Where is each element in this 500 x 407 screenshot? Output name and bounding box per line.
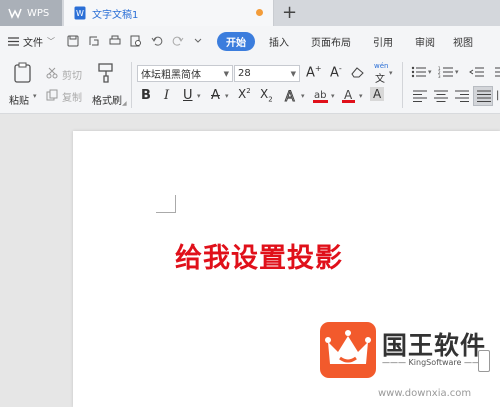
app-tab-label: WPS — [27, 7, 50, 19]
new-tab-button[interactable]: + — [282, 2, 297, 23]
chevron-down-icon[interactable]: ▾ — [301, 92, 305, 100]
file-menu[interactable]: 文件 ﹀ — [8, 34, 55, 49]
scissors-icon[interactable] — [46, 67, 58, 79]
chevron-down-icon[interactable]: ▾ — [428, 68, 432, 76]
undo-icon[interactable] — [151, 35, 163, 47]
tab-insert[interactable]: 插入 — [269, 34, 289, 49]
crown-logo-icon — [320, 322, 376, 378]
quick-access-toolbar — [67, 35, 203, 47]
paste-icon[interactable] — [12, 62, 34, 84]
font-size-select[interactable]: 28 ▼ — [234, 65, 300, 82]
cut-button[interactable]: 剪切 — [62, 67, 82, 82]
redo-icon[interactable] — [172, 35, 184, 47]
chevron-down-icon: ▼ — [223, 70, 229, 78]
justify-icon — [477, 90, 491, 102]
paste-dropdown-icon[interactable]: ▾ — [33, 92, 37, 100]
chevron-down-icon: ▼ — [290, 70, 296, 78]
svg-text:3: 3 — [438, 74, 441, 78]
ribbon-home: 粘贴 ▾ 剪切 复制 格式刷 ◢ 体坛粗黑简体 ▼ 28 ▼ A+ A- wén… — [0, 56, 500, 114]
chevron-down-icon[interactable]: ▾ — [197, 92, 201, 100]
title-bar: WPS W 文字文稿1 + — [0, 0, 500, 26]
document-tab-label: 文字文稿1 — [92, 9, 139, 21]
chevron-down-icon: ﹀ — [47, 36, 55, 46]
wps-logo-icon — [8, 8, 22, 19]
file-menu-label: 文件 — [23, 37, 43, 49]
grow-font-icon[interactable]: A+ — [306, 64, 322, 80]
font-color-icon[interactable]: A — [341, 87, 357, 105]
chevron-down-icon[interactable]: ▾ — [331, 92, 335, 100]
tab-review[interactable]: 审阅 — [415, 34, 435, 49]
watermark: 国王软件 ——— KingSoftware ——— — [320, 322, 500, 384]
outdent-icon[interactable] — [469, 66, 485, 78]
tab-page-layout[interactable]: 页面布局 — [311, 34, 351, 49]
indent-icon[interactable] — [490, 66, 500, 78]
font-name-value: 体坛粗黑简体 — [141, 70, 201, 81]
page-margin-corner — [156, 195, 176, 213]
svg-text:W: W — [76, 9, 84, 18]
justify-button[interactable] — [473, 86, 493, 106]
document-text[interactable]: 给我设置投影 — [175, 236, 343, 275]
tab-references[interactable]: 引用 — [373, 34, 393, 49]
hamburger-icon — [8, 36, 19, 46]
svg-text:A: A — [344, 88, 353, 102]
numbered-list-icon[interactable]: 123 — [438, 66, 454, 78]
align-left-icon[interactable] — [413, 90, 427, 102]
print-preview-icon[interactable] — [130, 35, 142, 47]
font-name-select[interactable]: 体坛粗黑简体 ▼ — [137, 65, 233, 82]
subscript-icon[interactable]: X2 — [260, 87, 273, 103]
align-center-icon[interactable] — [434, 90, 448, 102]
document-tab[interactable]: W 文字文稿1 — [64, 0, 274, 26]
save-icon[interactable] — [67, 35, 79, 47]
document-icon: W — [74, 6, 86, 20]
format-painter-icon[interactable] — [96, 62, 116, 84]
customize-toolbar-icon[interactable] — [193, 35, 203, 47]
italic-icon[interactable]: I — [164, 88, 169, 103]
svg-text:A: A — [285, 89, 295, 104]
align-right-icon[interactable] — [455, 90, 469, 102]
chevron-down-icon[interactable]: ▾ — [455, 68, 459, 76]
clipboard-launcher-icon[interactable]: ◢ — [122, 100, 127, 107]
svg-text:ab: ab — [314, 90, 326, 101]
divider — [402, 62, 403, 108]
chevron-down-icon[interactable]: ▾ — [389, 69, 393, 77]
tab-home[interactable]: 开始 — [217, 31, 255, 51]
chevron-down-icon[interactable]: ▾ — [225, 92, 229, 100]
side-panel-toggle-icon[interactable] — [478, 350, 490, 372]
highlight-color-icon[interactable]: ab — [312, 87, 330, 105]
copy-button[interactable]: 复制 — [62, 89, 82, 104]
watermark-subtitle-text: KingSoftware — [408, 358, 462, 367]
watermark-url: www.downxia.com — [378, 388, 472, 399]
export-icon[interactable] — [88, 35, 100, 47]
menu-bar: 文件 ﹀ 开始 插入 页面布局 引用 审阅 视图 — [0, 26, 500, 56]
tab-view[interactable]: 视图 — [453, 34, 473, 49]
format-painter-button[interactable]: 格式刷 — [92, 92, 122, 107]
bold-icon[interactable]: B — [141, 88, 151, 103]
watermark-title: 国王软件 — [382, 331, 487, 360]
paste-button[interactable]: 粘贴 — [9, 92, 29, 107]
superscript-icon[interactable]: X2 — [238, 87, 251, 101]
copy-icon[interactable] — [46, 89, 58, 101]
character-shading-icon[interactable]: A — [370, 87, 385, 101]
bullet-list-icon[interactable] — [411, 66, 427, 78]
pinyin-guide-text: wén — [374, 62, 389, 70]
divider — [131, 62, 132, 108]
print-icon[interactable] — [109, 35, 121, 47]
distributed-align-icon[interactable]: | — [496, 90, 499, 101]
chevron-down-icon[interactable]: ▾ — [359, 92, 363, 100]
watermark-subtitle: ——— KingSoftware ——— — [382, 358, 488, 367]
eraser-icon[interactable] — [351, 66, 365, 78]
text-effect-icon[interactable]: A — [284, 88, 300, 105]
underline-icon[interactable]: U — [183, 88, 193, 103]
strikethrough-icon[interactable]: A — [211, 88, 220, 103]
app-tab[interactable]: WPS — [0, 0, 62, 26]
pinyin-guide-icon[interactable]: 文 — [375, 70, 385, 85]
shrink-font-icon[interactable]: A- — [330, 64, 342, 80]
font-size-value: 28 — [238, 68, 251, 79]
unsaved-dot-icon — [256, 9, 263, 16]
